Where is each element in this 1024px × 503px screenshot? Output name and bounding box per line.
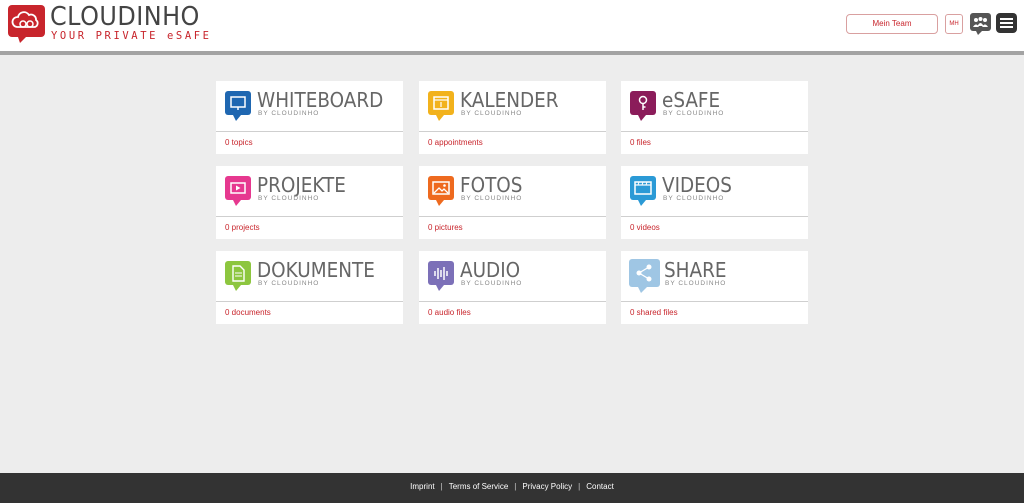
document-icon: [225, 261, 251, 291]
header-divider: [0, 51, 1024, 55]
tile-count-link[interactable]: 0 appointments: [428, 138, 483, 147]
calendar-icon: [428, 91, 454, 121]
tile-title: eSAFE: [662, 88, 721, 112]
safe-icon: [630, 91, 656, 121]
footer-links: Imprint | Terms of Service | Privacy Policy |…: [0, 482, 1024, 491]
tile-title: PROJEKTE: [257, 173, 346, 197]
tile-subtitle: BY CLOUDINHO: [258, 280, 320, 287]
brand-tagline: YOUR PRIVATE eSAFE: [51, 30, 212, 42]
tile-subtitle: BY CLOUDINHO: [461, 110, 523, 117]
footer: Imprint | Terms of Service | Privacy Policy |…: [0, 473, 1024, 503]
tile-count-link[interactable]: 0 files: [630, 138, 651, 147]
tile-count-link[interactable]: 0 projects: [225, 223, 260, 232]
tile-count-link[interactable]: 0 shared files: [630, 308, 678, 317]
header: CLOUDINHO YOUR PRIVATE eSAFE Mein Team M…: [0, 0, 1024, 51]
footer-separator: |: [514, 482, 517, 491]
footer-link-contact[interactable]: Contact: [586, 482, 614, 491]
tile-fotos[interactable]: FOTOS BY CLOUDINHO 0 pictures: [419, 166, 606, 239]
footer-link-terms[interactable]: Terms of Service: [449, 482, 509, 491]
tile-share[interactable]: SHARE BY CLOUDINHO 0 shared files: [621, 251, 808, 324]
footer-separator: |: [578, 482, 581, 491]
user-avatar-initials[interactable]: MH: [945, 14, 963, 34]
tile-subtitle: BY CLOUDINHO: [461, 195, 523, 202]
whiteboard-icon: [225, 91, 251, 121]
my-team-button[interactable]: Mein Team: [846, 14, 938, 34]
tile-audio[interactable]: AUDIO BY CLOUDINHO 0 audio files: [419, 251, 606, 324]
tile-title: SHARE: [664, 258, 727, 282]
group-icon[interactable]: [970, 13, 991, 35]
tile-whiteboard[interactable]: WHITEBOARD BY CLOUDINHO 0 topics: [216, 81, 403, 154]
video-icon: [630, 176, 656, 206]
footer-link-imprint[interactable]: Imprint: [410, 482, 434, 491]
tile-subtitle: BY CLOUDINHO: [461, 280, 523, 287]
tile-count-link[interactable]: 0 documents: [225, 308, 271, 317]
tile-subtitle: BY CLOUDINHO: [663, 110, 725, 117]
tile-title: DOKUMENTE: [257, 258, 375, 282]
tile-projekte[interactable]: PROJEKTE BY CLOUDINHO 0 projects: [216, 166, 403, 239]
tile-title: FOTOS: [460, 173, 523, 197]
brand-name: CLOUDINHO: [50, 2, 200, 32]
cloudinho-logo-icon[interactable]: [8, 5, 45, 43]
tile-dokumente[interactable]: DOKUMENTE BY CLOUDINHO 0 documents: [216, 251, 403, 324]
audio-icon: [428, 261, 454, 291]
tile-subtitle: BY CLOUDINHO: [258, 195, 320, 202]
footer-separator: |: [440, 482, 443, 491]
footer-link-privacy[interactable]: Privacy Policy: [522, 482, 572, 491]
tile-title: WHITEBOARD: [257, 88, 384, 112]
tile-count-link[interactable]: 0 pictures: [428, 223, 463, 232]
hamburger-menu-icon[interactable]: [996, 13, 1017, 35]
projects-icon: [225, 176, 251, 206]
tile-subtitle: BY CLOUDINHO: [665, 280, 727, 287]
tile-kalender[interactable]: KALENDER BY CLOUDINHO 0 appointments: [419, 81, 606, 154]
tile-count-link[interactable]: 0 videos: [630, 223, 660, 232]
tile-subtitle: BY CLOUDINHO: [258, 110, 320, 117]
tile-esafe[interactable]: eSAFE BY CLOUDINHO 0 files: [621, 81, 808, 154]
tile-subtitle: BY CLOUDINHO: [663, 195, 725, 202]
tile-title: KALENDER: [460, 88, 559, 112]
share-icon: [629, 259, 660, 293]
tile-count-link[interactable]: 0 audio files: [428, 308, 471, 317]
photo-icon: [428, 176, 454, 206]
tile-title: AUDIO: [460, 258, 521, 282]
tile-title: VIDEOS: [662, 173, 732, 197]
tile-count-link[interactable]: 0 topics: [225, 138, 253, 147]
tile-videos[interactable]: VIDEOS BY CLOUDINHO 0 videos: [621, 166, 808, 239]
